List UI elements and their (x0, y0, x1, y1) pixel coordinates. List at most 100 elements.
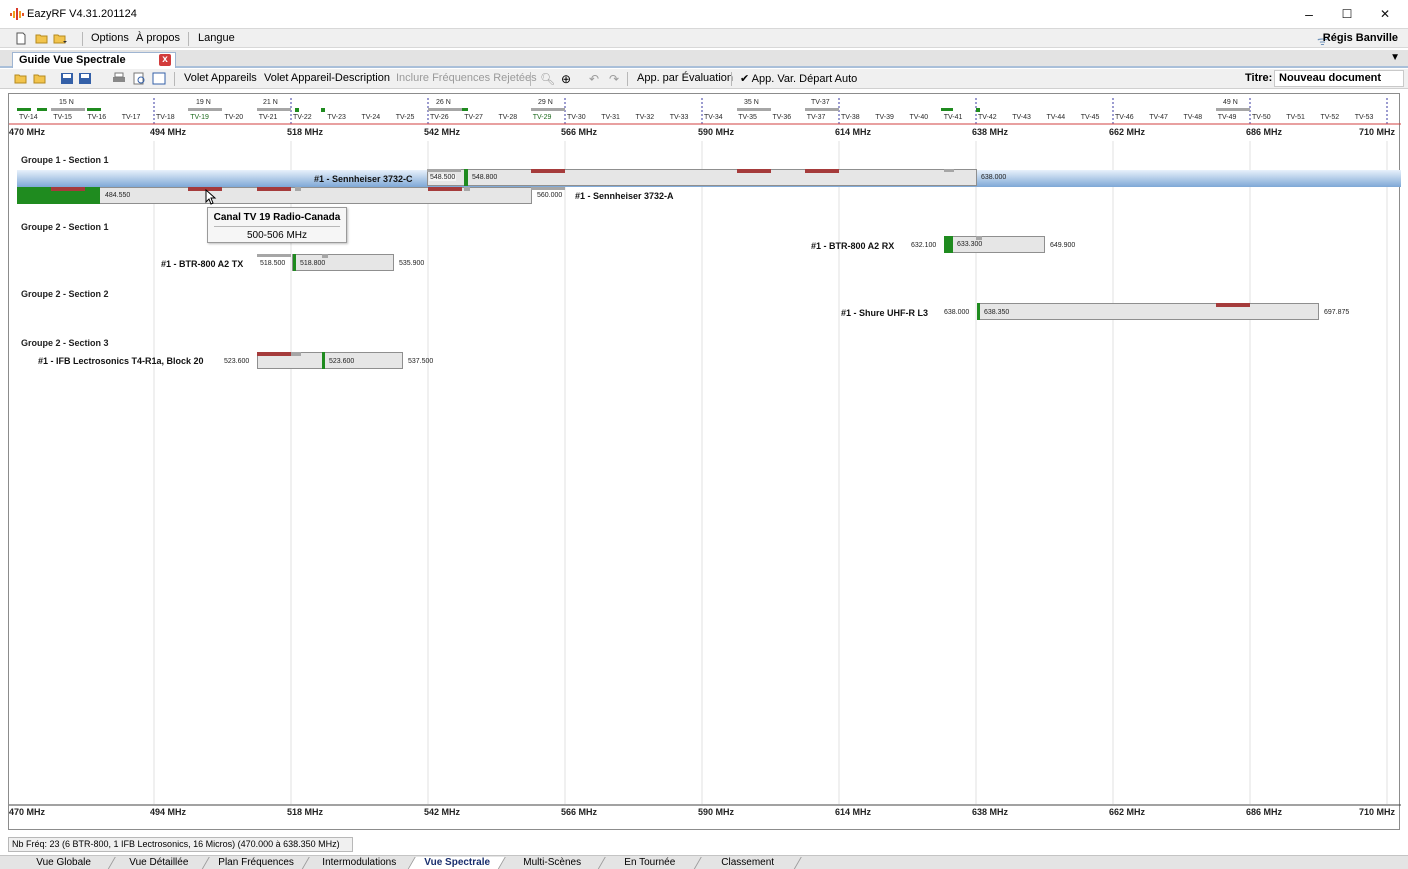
volet-appareils-button[interactable]: Volet Appareils (184, 72, 257, 84)
frequency-label: 662 MHz (1109, 807, 1146, 817)
volet-description-button[interactable]: Volet Appareil-Description (264, 72, 390, 84)
tab-label: Vue Détaillée (129, 857, 189, 868)
tv-channel-label[interactable]: TV-47 (1149, 114, 1168, 121)
close-tab-icon[interactable]: x (159, 54, 171, 66)
menu-options[interactable]: Options (91, 32, 129, 44)
tab-intermodulations[interactable]: Intermodulations (302, 857, 416, 869)
tv-channel-label[interactable]: TV-35 (738, 114, 757, 121)
toolbar: Volet Appareils Volet Appareil-Descripti… (0, 69, 1408, 89)
tv-channel-label[interactable]: TV-24 (362, 114, 381, 121)
user-name[interactable]: Régis Banville (1323, 32, 1398, 44)
tv-channel-label[interactable]: TV-49 (1218, 114, 1237, 121)
tab-classement[interactable]: Classement (694, 857, 802, 869)
page-setup-icon[interactable] (152, 72, 166, 85)
close-window-button[interactable]: ✕ (1370, 4, 1400, 24)
tv-channel-label[interactable]: TV-50 (1252, 114, 1271, 121)
tv-channel-label[interactable]: TV-14 (19, 114, 38, 121)
group-label: Groupe 2 - Section 3 (21, 338, 109, 348)
open-folder-icon[interactable] (35, 32, 49, 45)
tv-channel-label[interactable]: TV-46 (1115, 114, 1134, 121)
interference-mark (257, 254, 291, 257)
tv-channel-label[interactable]: TV-41 (944, 114, 963, 121)
tv-channel-label[interactable]: TV-28 (499, 114, 518, 121)
zoom-out-icon[interactable]: 🔍︎ (540, 72, 555, 86)
tv-channel-label[interactable]: TV-45 (1081, 114, 1100, 121)
tv-channel-label[interactable]: TV-20 (225, 114, 244, 121)
inclure-rejetees-button[interactable]: Inclure Fréquences Rejetées (396, 72, 537, 84)
tab-en-tourn-e[interactable]: En Tournée (598, 857, 702, 869)
tv-channel-label[interactable]: TV-52 (1321, 114, 1340, 121)
new-document-icon[interactable] (14, 32, 28, 45)
interference-mark (322, 254, 328, 258)
tv-channel-label[interactable]: TV-26 (430, 114, 449, 121)
save-icon[interactable] (60, 72, 74, 85)
interference-mark (464, 187, 470, 191)
open-folder-icon[interactable] (14, 72, 28, 85)
open-recent-icon[interactable] (33, 72, 47, 85)
tv-channel-label[interactable]: TV-22 (293, 114, 312, 121)
frequency-label: 542 MHz (424, 127, 461, 137)
titre-label: Titre: (1245, 72, 1273, 84)
mouse-cursor-icon (205, 189, 217, 205)
tv-channel-label[interactable]: TV-51 (1286, 114, 1305, 121)
tv-channel-label[interactable]: TV-37 (807, 114, 826, 121)
end-freq: 697.875 (1324, 309, 1350, 316)
tv-channel-label[interactable]: TV-48 (1184, 114, 1203, 121)
tv-channel-label[interactable]: TV-44 (1047, 114, 1066, 121)
tv-channel-label[interactable]: TV-34 (704, 114, 723, 121)
tv-channel-label[interactable]: TV-32 (636, 114, 655, 121)
tv-channel-label[interactable]: TV-19 (190, 114, 209, 121)
start-freq: 523.600 (224, 358, 250, 365)
tab-vue-d-taill-e[interactable]: Vue Détaillée (108, 857, 210, 869)
device-name: #1 - BTR-800 A2 TX (161, 259, 244, 269)
tv-channel-label[interactable]: TV-23 (327, 114, 346, 121)
tv-channel-label[interactable]: TV-27 (464, 114, 483, 121)
tv-channel-label[interactable]: TV-39 (875, 114, 894, 121)
tv-channel-label[interactable]: TV-17 (122, 114, 141, 121)
group-label: Groupe 2 - Section 1 (21, 222, 109, 232)
print-icon[interactable] (112, 72, 126, 85)
chevron-down-icon[interactable]: ▼ (1390, 52, 1400, 63)
tv-channel-label[interactable]: TV-15 (53, 114, 72, 121)
app-evaluation-button[interactable]: App. par Évaluation (637, 72, 733, 84)
tv-channel-label[interactable]: TV-21 (259, 114, 278, 121)
tab-plan-fr-quences[interactable]: Plan Fréquences (202, 857, 310, 869)
tv-channel-label[interactable]: TV-29 (533, 114, 552, 121)
tv-channel-label[interactable]: TV-38 (841, 114, 860, 121)
tv-channel-label[interactable]: TV-16 (88, 114, 107, 121)
tab-vue-spectrale[interactable]: Vue Spectrale (408, 857, 506, 869)
tv-channel-label[interactable]: TV-36 (773, 114, 792, 121)
zoom-in-icon[interactable]: ⊕ (561, 72, 571, 86)
tooltip-range: 500-506 MHz (246, 230, 308, 241)
tv-channel-label[interactable]: TV-30 (567, 114, 586, 121)
menu-a-propos[interactable]: À propos (136, 32, 180, 44)
redo-icon[interactable]: ↷ (609, 72, 619, 86)
tab-guide-vue-spectrale[interactable]: Guide Vue Spectrale x (12, 52, 176, 68)
interference-mark (291, 352, 301, 356)
save-as-icon[interactable] (78, 72, 92, 85)
tab-multi-sc-nes[interactable]: Multi-Scènes (498, 857, 606, 869)
minimize-button[interactable]: – (1294, 4, 1324, 24)
titre-input[interactable]: Nouveau document (1274, 70, 1404, 87)
tv-channel-label[interactable]: TV-33 (670, 114, 689, 121)
interference-mark (976, 236, 982, 240)
spectral-content: 15 N 19 N 21 N 26 N 29 N 35 N TV-37 49 N… (9, 94, 1401, 831)
tab-vue-globale[interactable]: Vue Globale (12, 857, 116, 869)
maximize-button[interactable]: ☐ (1332, 4, 1362, 24)
tv-channel-label[interactable]: TV-18 (156, 114, 175, 121)
spectral-view[interactable]: 15 N 19 N 21 N 26 N 29 N 35 N TV-37 49 N… (8, 93, 1401, 831)
undo-icon[interactable]: ↶ (589, 72, 599, 86)
device-band[interactable] (427, 169, 977, 186)
open-recent-icon[interactable] (53, 32, 67, 45)
tv-channel-label[interactable]: TV-53 (1355, 114, 1374, 121)
tv-channel-label[interactable]: TV-25 (396, 114, 415, 121)
tv-channel-label[interactable]: TV-42 (978, 114, 997, 121)
menu-langue[interactable]: Langue (198, 32, 235, 44)
tv-channel-label[interactable]: TV-43 (1012, 114, 1031, 121)
print-preview-icon[interactable] (132, 72, 146, 85)
tv-channel-label[interactable]: TV-40 (910, 114, 929, 121)
app-var-depart-toggle[interactable]: ✔ App. Var. Départ Auto (740, 72, 857, 85)
toolbar-separator (174, 72, 175, 86)
tv-channel-label[interactable]: TV-31 (601, 114, 620, 121)
device-band[interactable] (977, 303, 1319, 320)
